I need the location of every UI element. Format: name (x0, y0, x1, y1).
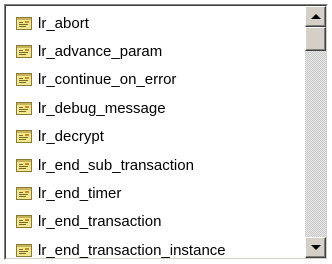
list-item[interactable]: lr_debug_message (6, 94, 304, 122)
function-icon (16, 45, 32, 59)
function-icon (16, 73, 32, 87)
function-icon (16, 243, 32, 257)
vertical-scrollbar[interactable] (305, 6, 326, 258)
list-item-label: lr_end_timer (38, 185, 122, 203)
function-icon (16, 215, 32, 229)
list-item-label: lr_end_sub_transaction (38, 156, 194, 174)
scroll-thumb[interactable] (305, 27, 326, 51)
list-item-label: lr_debug_message (38, 99, 166, 117)
list-item[interactable]: lr_decrypt (6, 123, 304, 151)
function-icon (16, 101, 32, 115)
list-item-label: lr_continue_on_error (38, 71, 177, 89)
function-list-items: lr_abort lr_advance_param lr_continue_on… (6, 6, 304, 258)
list-item[interactable]: lr_end_timer (6, 179, 304, 207)
scroll-up-button[interactable] (305, 6, 326, 27)
list-item[interactable]: lr_continue_on_error (6, 66, 304, 94)
list-item[interactable]: lr_end_transaction_instance (6, 236, 304, 259)
arrow-down-icon (311, 245, 321, 250)
function-icon (16, 16, 32, 30)
function-list[interactable]: lr_abort lr_advance_param lr_continue_on… (4, 4, 328, 260)
list-item[interactable]: lr_advance_param (6, 37, 304, 65)
list-item-label: lr_abort (38, 14, 89, 32)
list-item-label: lr_end_transaction_instance (38, 241, 226, 259)
function-icon (16, 130, 32, 144)
scroll-down-button[interactable] (305, 237, 326, 258)
arrow-up-icon (311, 14, 321, 19)
list-item[interactable]: lr_abort (6, 9, 304, 37)
list-item[interactable]: lr_end_sub_transaction (6, 151, 304, 179)
list-item-label: lr_advance_param (38, 43, 163, 61)
function-list-frame: lr_abort lr_advance_param lr_continue_on… (5, 5, 327, 259)
list-item-label: lr_end_transaction (38, 213, 162, 231)
list-item-label: lr_decrypt (38, 128, 104, 146)
list-item[interactable]: lr_end_transaction (6, 208, 304, 236)
function-icon (16, 158, 32, 172)
function-icon (16, 187, 32, 201)
